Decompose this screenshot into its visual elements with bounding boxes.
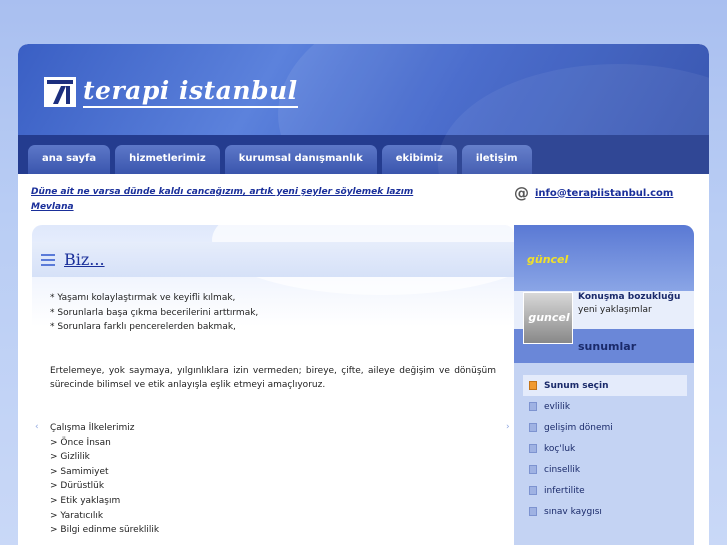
principle-item: > Etik yaklaşım [50,495,121,506]
presentations-heading: sunumlar [578,340,637,353]
goal-item: * Yaşamı kolaylaştırmak ve keyifli kılma… [50,293,236,303]
presentation-list: Sunum seçin evlilik gelişim dönemi koç'l… [523,375,687,522]
nav-services[interactable]: hizmetlerimiz [115,145,220,174]
promo-subtitle: yeni yaklaşımlar [578,305,652,315]
email-link[interactable]: info@terapiistanbul.com [535,188,673,199]
page-container: terapi istanbul ana sayfa hizmetlerimiz … [18,44,709,545]
goal-item: * Sorunlara farklı pencerelerden bakmak, [50,322,236,333]
sidebar-item-exam-anxiety[interactable]: sınav kaygısı [523,501,687,522]
sidebar-item-select[interactable]: Sunum seçin [523,375,687,396]
sidebar-item-label: koç'luk [544,443,576,454]
principle-item: > Bilgi edinme süreklilik [50,525,160,536]
bullet-icon [529,486,537,495]
sidebar-item-label: sınav kaygısı [544,506,602,517]
bullet-icon [529,507,537,516]
sidebar-item-marriage[interactable]: evlilik [523,396,687,417]
principle-item: > Yaratıcılık [50,510,104,521]
nav-bar: ana sayfa hizmetlerimiz kurumsal danışma… [18,135,709,174]
bullet-icon [529,465,537,474]
sidebar-item-label: cinsellik [544,464,581,475]
promo-title[interactable]: Konuşma bozukluğu [578,292,680,302]
principle-item: > Samimiyet [50,466,109,477]
sidebar-item-development[interactable]: gelişim dönemi [523,417,687,438]
mission-paragraph: Ertelemeye, yok saymaya, yılgınlıklara i… [50,365,496,391]
scroll-left-icon: ‹ [35,422,39,432]
sidebar-item-label: infertilite [544,485,585,496]
sidebar-header: güncel [514,225,694,291]
principle-item: > Dürüstlük [50,481,105,492]
at-icon: @ [514,184,529,202]
sidebar: güncel guncel Konuşma bozukluğu yeni yak… [514,225,694,545]
promo-thumb-label: guncel [528,311,570,324]
principles-title: Çalışma İlkelerimiz [50,422,135,433]
main-content: Biz... * Yaşamı kolaylaştırmak ve keyifl… [32,225,514,545]
section-header: Biz... [32,242,514,277]
site-header: terapi istanbul ana sayfa hizmetlerimiz … [18,44,709,174]
main-nav: ana sayfa hizmetlerimiz kurumsal danışma… [28,145,532,174]
promo-thumbnail[interactable]: guncel [523,292,573,344]
page-title: Biz... [64,250,105,269]
sidebar-item-sexuality[interactable]: cinsellik [523,459,687,480]
sidebar-heading: güncel [527,253,569,266]
content-body: * Yaşamı kolaylaştırmak ve keyifli kılma… [50,291,496,538]
sidebar-item-label: evlilik [544,401,571,412]
goal-item: * Sorunlarla başa çıkma becerilerini art… [50,307,259,318]
nav-home[interactable]: ana sayfa [28,145,111,174]
nav-contact[interactable]: iletişim [461,145,532,174]
principle-item: > Gizlilik [50,452,90,463]
sidebar-item-infertility[interactable]: infertilite [523,480,687,501]
principle-item: > Önce İnsan [50,437,111,448]
sidebar-item-label: gelişim dönemi [544,422,613,433]
bullet-icon [529,423,537,432]
quote-author[interactable]: Mevlana [31,202,74,212]
nav-team[interactable]: ekibimiz [381,145,457,174]
scroll-right-icon: › [506,422,510,432]
quote-link[interactable]: Düne ait ne varsa dünde kaldı cancağızım… [31,187,413,197]
rss-icon [529,381,537,390]
sidebar-item-label: Sunum seçin [544,380,609,391]
contact-email: @ info@terapiistanbul.com [514,184,673,202]
site-title[interactable]: terapi istanbul [83,76,298,108]
nav-corporate[interactable]: kurumsal danışmanlık [224,145,377,174]
sidebar-item-coaching[interactable]: koç'luk [523,438,687,459]
bullet-icon [529,402,537,411]
menu-icon [41,254,55,266]
quote: Düne ait ne varsa dünde kaldı cancağızım… [31,185,431,215]
bullet-icon [529,444,537,453]
logo-icon[interactable] [44,77,76,107]
